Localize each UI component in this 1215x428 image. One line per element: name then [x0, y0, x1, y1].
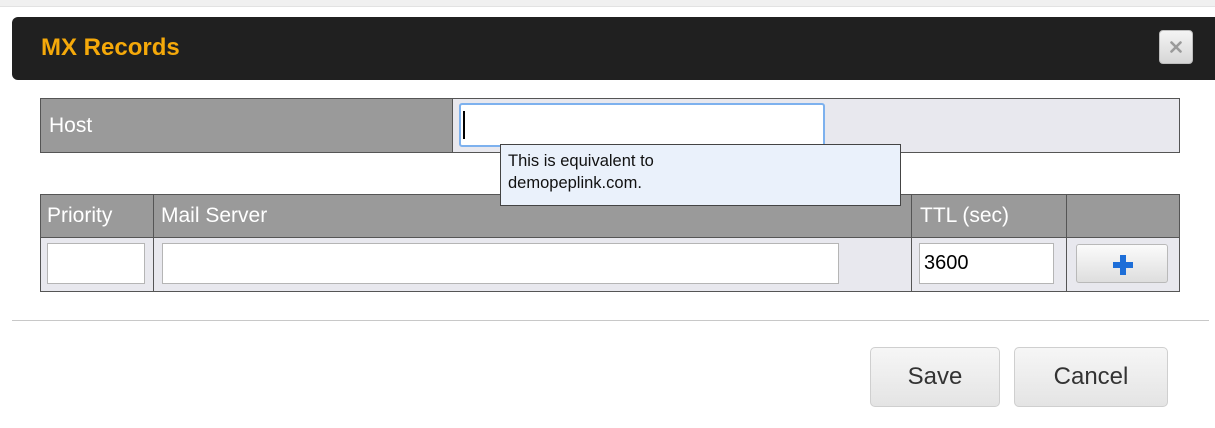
host-label-cell: Host [41, 99, 453, 152]
priority-input[interactable] [47, 243, 145, 284]
column-divider [911, 195, 912, 291]
dialog-header: MX Records [12, 17, 1215, 80]
table-row [41, 238, 1179, 291]
close-icon [1170, 41, 1182, 53]
plus-icon [1113, 255, 1133, 275]
ttl-input[interactable] [919, 243, 1054, 284]
column-divider [153, 195, 154, 291]
host-label: Host [49, 114, 93, 137]
save-button[interactable]: Save [870, 347, 1000, 407]
cancel-button[interactable]: Cancel [1014, 347, 1168, 407]
add-record-button[interactable] [1076, 244, 1168, 283]
tooltip-line-2: demopeplink.com. [508, 174, 642, 192]
mx-records-table: Priority Mail Server TTL (sec) [40, 194, 1180, 292]
mail-server-input[interactable] [162, 243, 839, 284]
host-input[interactable] [459, 103, 825, 147]
mail-server-header: Mail Server [161, 204, 268, 227]
footer-divider [12, 320, 1209, 321]
ttl-header: TTL (sec) [920, 204, 1010, 227]
column-divider [1066, 195, 1067, 291]
host-tooltip: This is equivalent to demopeplink.com. [500, 144, 901, 206]
text-caret [463, 111, 465, 139]
top-strip [0, 0, 1215, 7]
priority-header: Priority [47, 204, 113, 227]
dialog-title: MX Records [41, 34, 180, 61]
tooltip-line-1: This is equivalent to [508, 152, 654, 170]
close-button[interactable] [1159, 30, 1193, 64]
